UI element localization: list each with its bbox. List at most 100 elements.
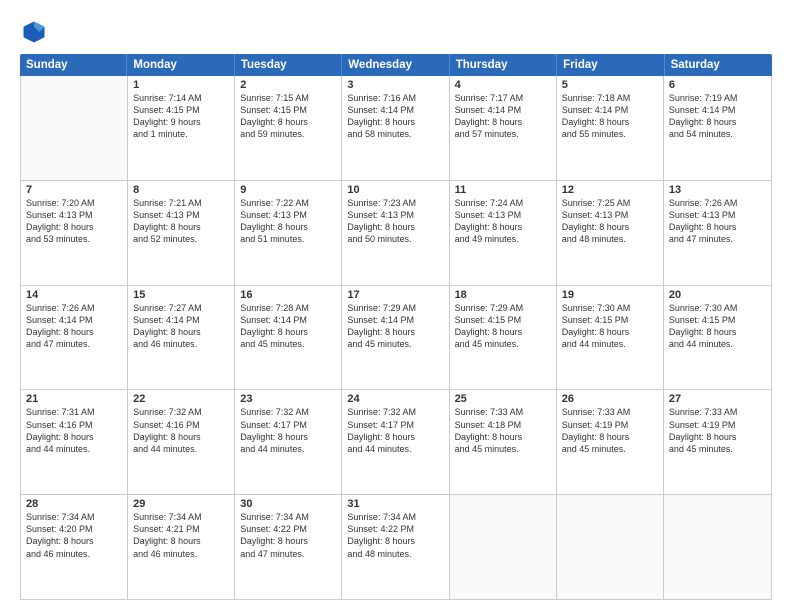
cell-info-line: Sunset: 4:19 PM bbox=[562, 419, 658, 431]
calendar-day-21: 21Sunrise: 7:31 AMSunset: 4:16 PMDayligh… bbox=[21, 390, 128, 494]
cell-info-line: Sunset: 4:22 PM bbox=[240, 523, 336, 535]
header-day-sunday: Sunday bbox=[20, 54, 127, 76]
header-day-friday: Friday bbox=[557, 54, 664, 76]
cell-info-line: and 53 minutes. bbox=[26, 233, 122, 245]
calendar-day-13: 13Sunrise: 7:26 AMSunset: 4:13 PMDayligh… bbox=[664, 181, 771, 285]
header bbox=[20, 18, 772, 46]
cell-info-line: and 47 minutes. bbox=[26, 338, 122, 350]
calendar-header: SundayMondayTuesdayWednesdayThursdayFrid… bbox=[20, 54, 772, 76]
cell-info-line: Sunrise: 7:20 AM bbox=[26, 197, 122, 209]
cell-info-line: Sunset: 4:17 PM bbox=[240, 419, 336, 431]
calendar-day-14: 14Sunrise: 7:26 AMSunset: 4:14 PMDayligh… bbox=[21, 286, 128, 390]
day-number: 18 bbox=[455, 289, 551, 301]
cell-info-line: Sunrise: 7:29 AM bbox=[347, 302, 443, 314]
cell-info-line: Daylight: 8 hours bbox=[240, 535, 336, 547]
cell-info-line: Sunset: 4:15 PM bbox=[669, 314, 766, 326]
calendar-week-2: 7Sunrise: 7:20 AMSunset: 4:13 PMDaylight… bbox=[21, 181, 771, 286]
cell-info-line: Daylight: 8 hours bbox=[455, 221, 551, 233]
day-number: 15 bbox=[133, 289, 229, 301]
cell-info-line: and 46 minutes. bbox=[133, 548, 229, 560]
cell-info-line: and 44 minutes. bbox=[133, 443, 229, 455]
cell-info-line: Sunset: 4:15 PM bbox=[562, 314, 658, 326]
header-day-wednesday: Wednesday bbox=[342, 54, 449, 76]
cell-info-line: Sunset: 4:17 PM bbox=[347, 419, 443, 431]
calendar-day-30: 30Sunrise: 7:34 AMSunset: 4:22 PMDayligh… bbox=[235, 495, 342, 599]
calendar-empty-cell bbox=[557, 495, 664, 599]
cell-info-line: Daylight: 8 hours bbox=[455, 326, 551, 338]
calendar-day-12: 12Sunrise: 7:25 AMSunset: 4:13 PMDayligh… bbox=[557, 181, 664, 285]
cell-info-line: and 52 minutes. bbox=[133, 233, 229, 245]
cell-info-line: and 48 minutes. bbox=[347, 548, 443, 560]
cell-info-line: Sunrise: 7:25 AM bbox=[562, 197, 658, 209]
day-number: 29 bbox=[133, 498, 229, 510]
cell-info-line: Sunrise: 7:31 AM bbox=[26, 406, 122, 418]
cell-info-line: Sunset: 4:13 PM bbox=[26, 209, 122, 221]
day-number: 7 bbox=[26, 184, 122, 196]
cell-info-line: Sunrise: 7:27 AM bbox=[133, 302, 229, 314]
calendar-day-5: 5Sunrise: 7:18 AMSunset: 4:14 PMDaylight… bbox=[557, 76, 664, 180]
cell-info-line: and 45 minutes. bbox=[240, 338, 336, 350]
cell-info-line: Sunset: 4:15 PM bbox=[240, 104, 336, 116]
calendar-day-28: 28Sunrise: 7:34 AMSunset: 4:20 PMDayligh… bbox=[21, 495, 128, 599]
day-number: 22 bbox=[133, 393, 229, 405]
cell-info-line: and 45 minutes. bbox=[669, 443, 766, 455]
day-number: 5 bbox=[562, 79, 658, 91]
calendar-day-6: 6Sunrise: 7:19 AMSunset: 4:14 PMDaylight… bbox=[664, 76, 771, 180]
cell-info-line: and 44 minutes. bbox=[26, 443, 122, 455]
day-number: 31 bbox=[347, 498, 443, 510]
cell-info-line: Daylight: 8 hours bbox=[240, 116, 336, 128]
cell-info-line: Sunset: 4:14 PM bbox=[455, 104, 551, 116]
cell-info-line: and 49 minutes. bbox=[455, 233, 551, 245]
cell-info-line: Daylight: 8 hours bbox=[562, 326, 658, 338]
cell-info-line: Sunrise: 7:21 AM bbox=[133, 197, 229, 209]
cell-info-line: Daylight: 8 hours bbox=[133, 221, 229, 233]
cell-info-line: and 44 minutes. bbox=[347, 443, 443, 455]
cell-info-line: Daylight: 8 hours bbox=[26, 431, 122, 443]
calendar-day-11: 11Sunrise: 7:24 AMSunset: 4:13 PMDayligh… bbox=[450, 181, 557, 285]
day-number: 13 bbox=[669, 184, 766, 196]
header-day-tuesday: Tuesday bbox=[235, 54, 342, 76]
day-number: 9 bbox=[240, 184, 336, 196]
cell-info-line: Sunset: 4:14 PM bbox=[347, 314, 443, 326]
cell-info-line: Daylight: 8 hours bbox=[669, 431, 766, 443]
calendar-day-15: 15Sunrise: 7:27 AMSunset: 4:14 PMDayligh… bbox=[128, 286, 235, 390]
day-number: 25 bbox=[455, 393, 551, 405]
cell-info-line: and 1 minute. bbox=[133, 128, 229, 140]
cell-info-line: Daylight: 8 hours bbox=[133, 535, 229, 547]
cell-info-line: Sunset: 4:19 PM bbox=[669, 419, 766, 431]
cell-info-line: Daylight: 8 hours bbox=[133, 431, 229, 443]
cell-info-line: and 59 minutes. bbox=[240, 128, 336, 140]
day-number: 8 bbox=[133, 184, 229, 196]
calendar-day-26: 26Sunrise: 7:33 AMSunset: 4:19 PMDayligh… bbox=[557, 390, 664, 494]
header-day-monday: Monday bbox=[127, 54, 234, 76]
calendar-day-25: 25Sunrise: 7:33 AMSunset: 4:18 PMDayligh… bbox=[450, 390, 557, 494]
cell-info-line: Sunset: 4:13 PM bbox=[240, 209, 336, 221]
cell-info-line: Daylight: 8 hours bbox=[347, 116, 443, 128]
day-number: 10 bbox=[347, 184, 443, 196]
cell-info-line: Sunset: 4:14 PM bbox=[26, 314, 122, 326]
cell-info-line: Daylight: 8 hours bbox=[26, 326, 122, 338]
day-number: 27 bbox=[669, 393, 766, 405]
cell-info-line: Daylight: 8 hours bbox=[347, 535, 443, 547]
logo bbox=[20, 18, 52, 46]
header-day-saturday: Saturday bbox=[665, 54, 772, 76]
cell-info-line: and 57 minutes. bbox=[455, 128, 551, 140]
cell-info-line: Sunrise: 7:32 AM bbox=[240, 406, 336, 418]
cell-info-line: Sunrise: 7:33 AM bbox=[669, 406, 766, 418]
day-number: 1 bbox=[133, 79, 229, 91]
cell-info-line: and 48 minutes. bbox=[562, 233, 658, 245]
cell-info-line: and 44 minutes. bbox=[240, 443, 336, 455]
cell-info-line: Sunrise: 7:32 AM bbox=[133, 406, 229, 418]
cell-info-line: Daylight: 8 hours bbox=[26, 221, 122, 233]
cell-info-line: Daylight: 8 hours bbox=[133, 326, 229, 338]
cell-info-line: Daylight: 8 hours bbox=[455, 116, 551, 128]
day-number: 21 bbox=[26, 393, 122, 405]
calendar-day-10: 10Sunrise: 7:23 AMSunset: 4:13 PMDayligh… bbox=[342, 181, 449, 285]
day-number: 3 bbox=[347, 79, 443, 91]
cell-info-line: Daylight: 8 hours bbox=[669, 221, 766, 233]
cell-info-line: Sunset: 4:22 PM bbox=[347, 523, 443, 535]
cell-info-line: Sunrise: 7:30 AM bbox=[669, 302, 766, 314]
cell-info-line: Sunrise: 7:33 AM bbox=[455, 406, 551, 418]
cell-info-line: Sunset: 4:13 PM bbox=[347, 209, 443, 221]
day-number: 20 bbox=[669, 289, 766, 301]
